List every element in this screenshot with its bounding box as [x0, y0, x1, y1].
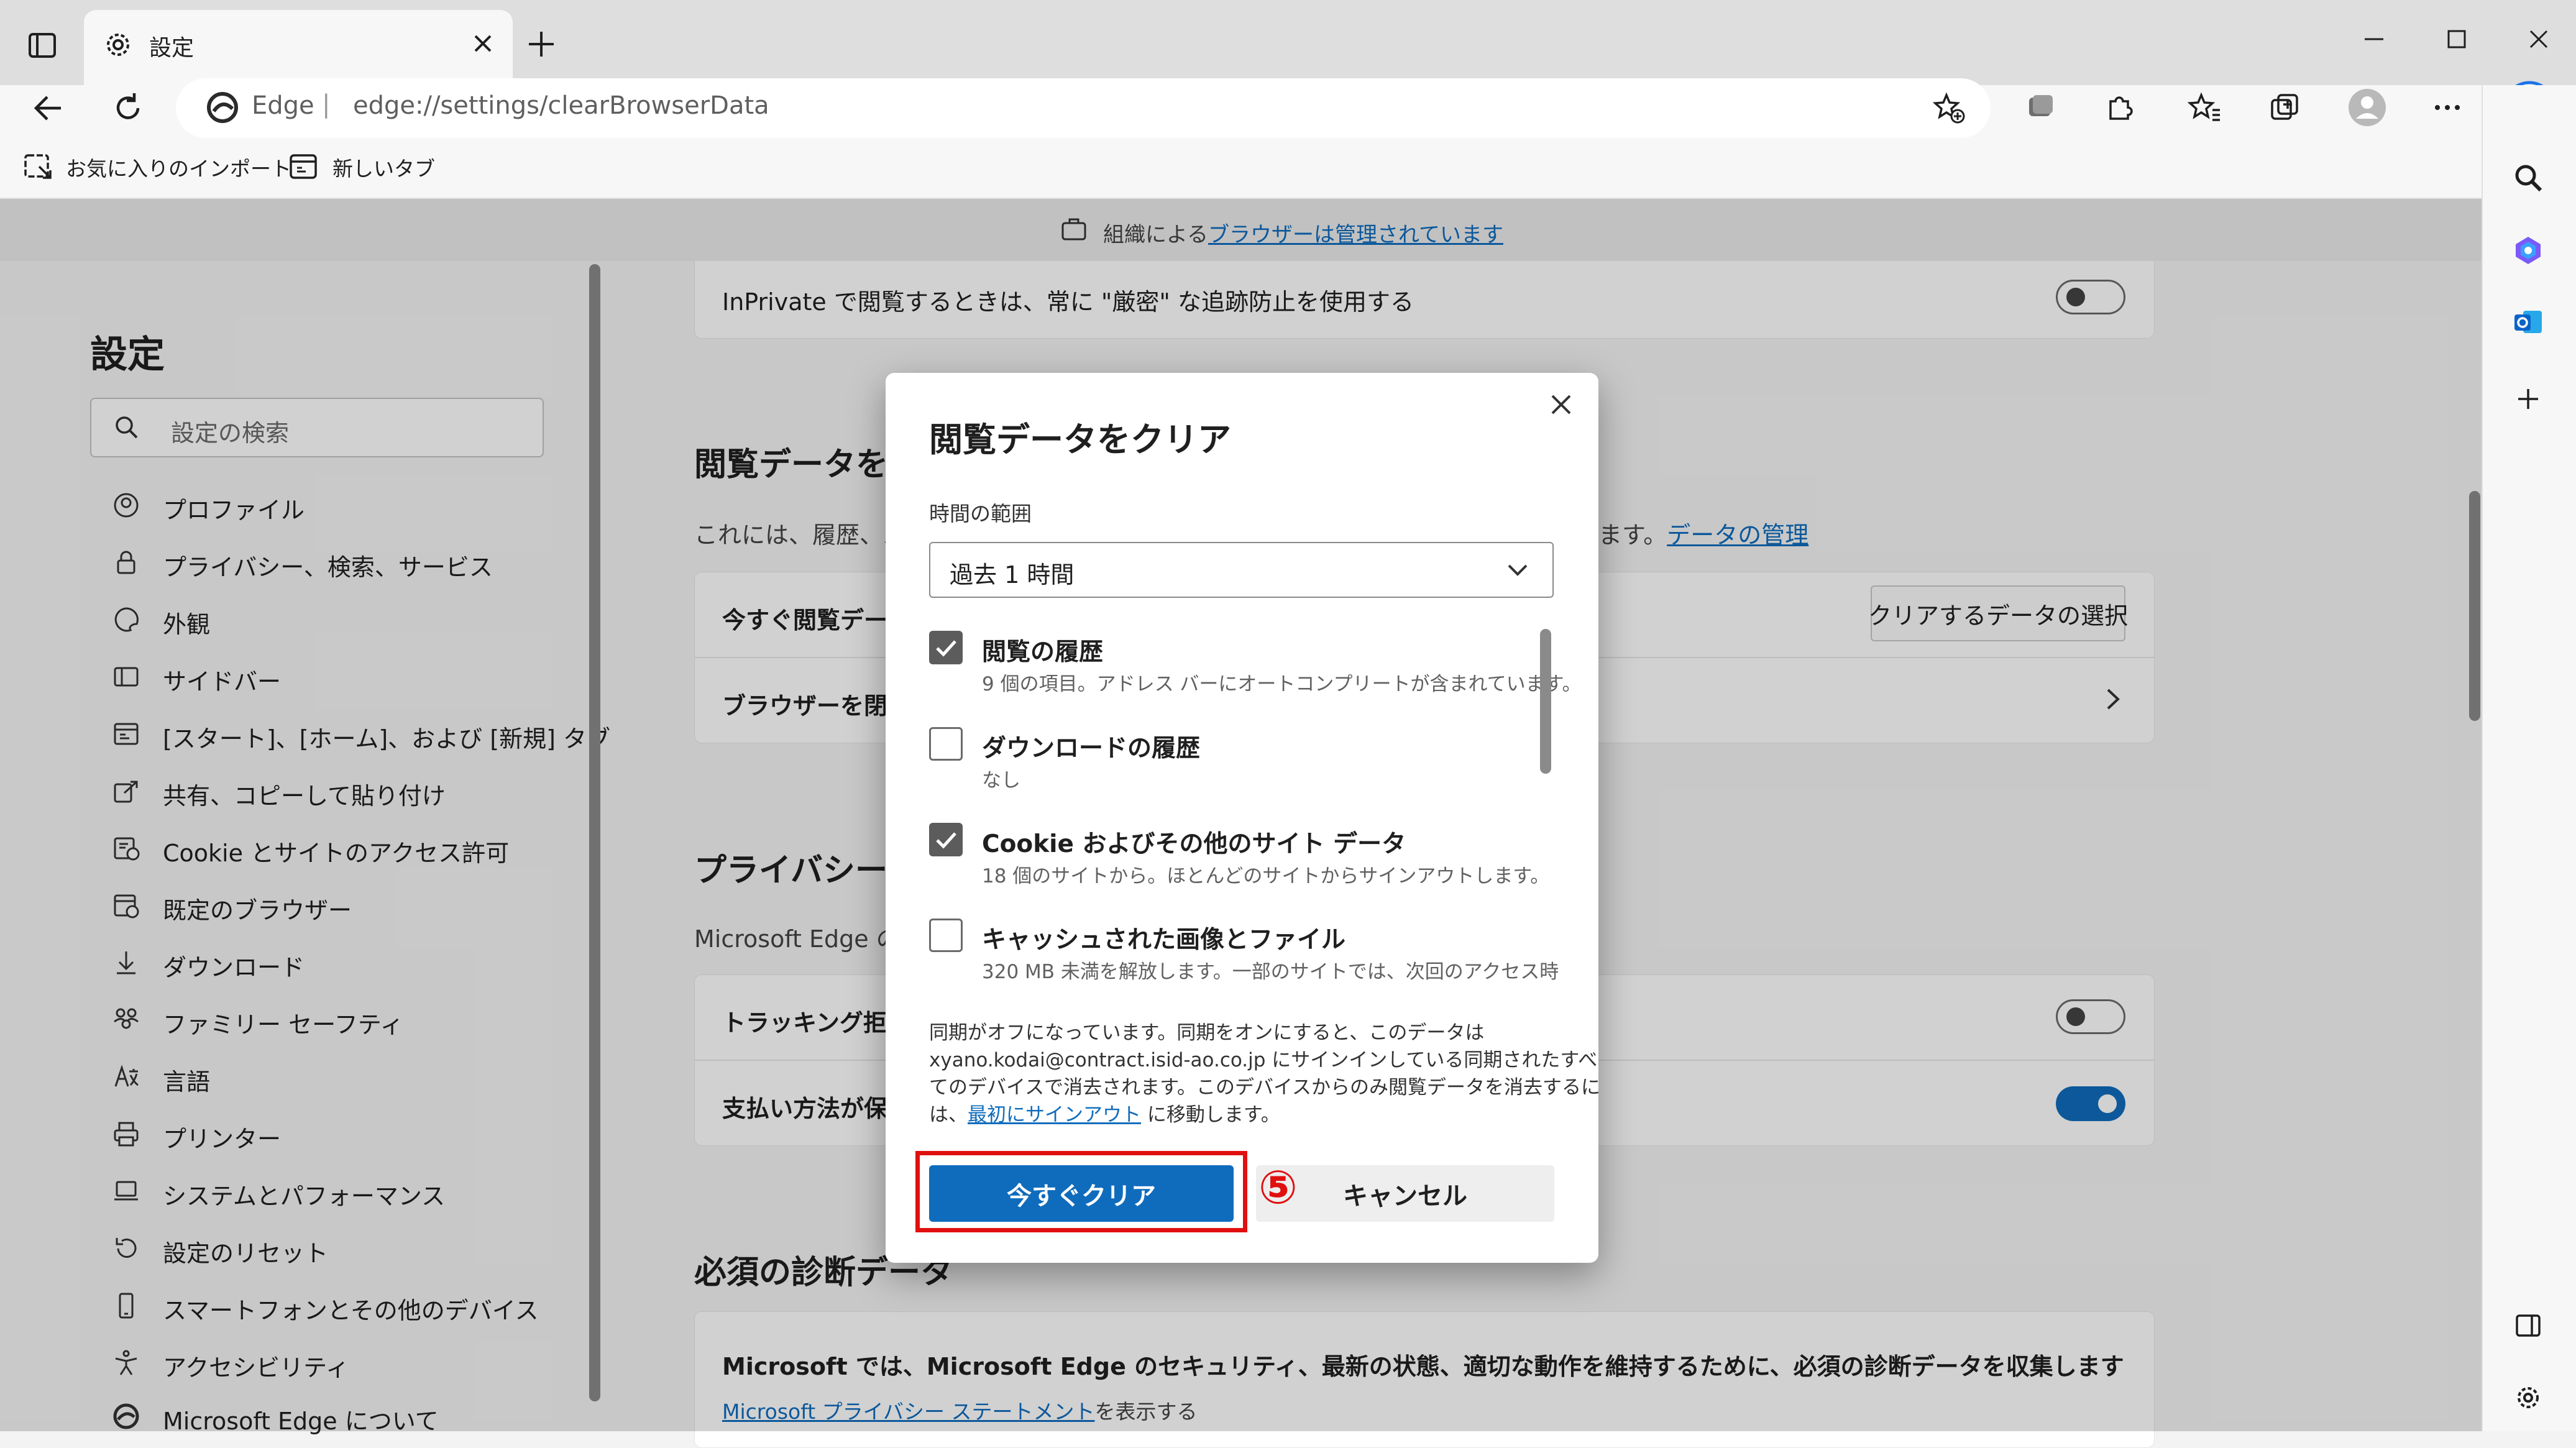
browsing-history-desc: 9 個の項目。アドレス バーにオートコンプリートが含まれています。 [982, 673, 1582, 695]
sidebar-settings-icon[interactable] [2512, 1382, 2544, 1414]
copilot-icon[interactable] [2511, 233, 2546, 268]
close-tab-icon[interactable] [470, 31, 495, 56]
tab-actions-icon[interactable] [25, 28, 60, 63]
new-tab-page-icon [287, 150, 319, 183]
import-icon [22, 149, 55, 183]
close-icon[interactable] [1545, 388, 1577, 421]
back-icon[interactable] [30, 89, 67, 127]
workspaces-icon[interactable] [2023, 90, 2058, 125]
time-range-value: 過去 1 時間 [950, 561, 1075, 589]
favorite-import[interactable]: お気に入りのインポート [66, 152, 291, 182]
hide-sidebar-icon[interactable] [2512, 1309, 2544, 1342]
cancel-button-label: キャンセル [1343, 1181, 1467, 1211]
gear-icon [101, 27, 135, 62]
refresh-icon[interactable] [109, 89, 147, 127]
right-sidebar [2482, 85, 2576, 1431]
sign-out-link[interactable]: 最初にサインアウト [968, 1104, 1141, 1126]
browsing-history-checkbox[interactable] [929, 631, 963, 664]
more-options-icon[interactable] [2430, 90, 2465, 125]
cookies-checkbox[interactable] [929, 823, 963, 856]
collections-icon[interactable] [2267, 90, 2302, 125]
cache-desc: 320 MB 未満を解放します。一部のサイトでは、次回のアクセス時 [982, 961, 1559, 983]
data-list-scrollbar[interactable] [1540, 629, 1551, 774]
time-range-label: 時間の範囲 [929, 502, 1032, 526]
edge-logo-icon [205, 90, 240, 125]
cookies-desc: 18 個のサイトから。ほとんどのサイトからサインアウトします。 [982, 865, 1550, 887]
add-sidebar-app-icon[interactable] [2512, 383, 2544, 415]
download-history-checkbox[interactable] [929, 727, 963, 761]
maximize-icon[interactable] [2441, 24, 2472, 55]
profile-avatar-icon[interactable] [2347, 88, 2387, 127]
cache-label: キャッシュされた画像とファイル [982, 926, 1346, 954]
minimize-icon[interactable] [2358, 24, 2390, 55]
address-url[interactable]: edge://settings/clearBrowserData [353, 91, 769, 120]
sync-notice: 同期がオフになっています。同期をオンにすると、このデータは xyano.koda… [929, 1022, 1601, 1126]
sidebar-search-icon[interactable] [2511, 160, 2546, 195]
download-history-desc: なし [982, 769, 1020, 792]
tab-settings[interactable] [84, 10, 513, 85]
annotation-step-number: ⑤ [1258, 1161, 1298, 1214]
cookies-label: Cookie およびその他のサイト データ [982, 830, 1406, 858]
browsing-history-label: 閲覧の履歴 [982, 638, 1104, 666]
annotation-highlight-box [915, 1151, 1247, 1232]
window-close-icon[interactable] [2523, 24, 2554, 55]
extensions-icon[interactable] [2102, 90, 2137, 125]
outlook-icon[interactable] [2511, 305, 2546, 339]
tab-title: 設定 [149, 35, 195, 61]
cancel-button[interactable]: キャンセル [1256, 1165, 1554, 1222]
new-tab-icon[interactable] [525, 28, 557, 60]
address-prefix: Edge [252, 91, 314, 120]
favorite-new-tab[interactable]: 新しいタブ [332, 152, 435, 182]
add-favorite-icon[interactable] [1932, 90, 1966, 125]
address-separator: | [322, 90, 331, 119]
dialog-title: 閲覧データをクリア [929, 420, 1231, 459]
download-history-label: ダウンロードの履歴 [982, 735, 1201, 763]
cache-checkbox[interactable] [929, 919, 963, 952]
chevron-down-icon [1503, 555, 1533, 585]
favorites-icon[interactable] [2188, 90, 2222, 125]
